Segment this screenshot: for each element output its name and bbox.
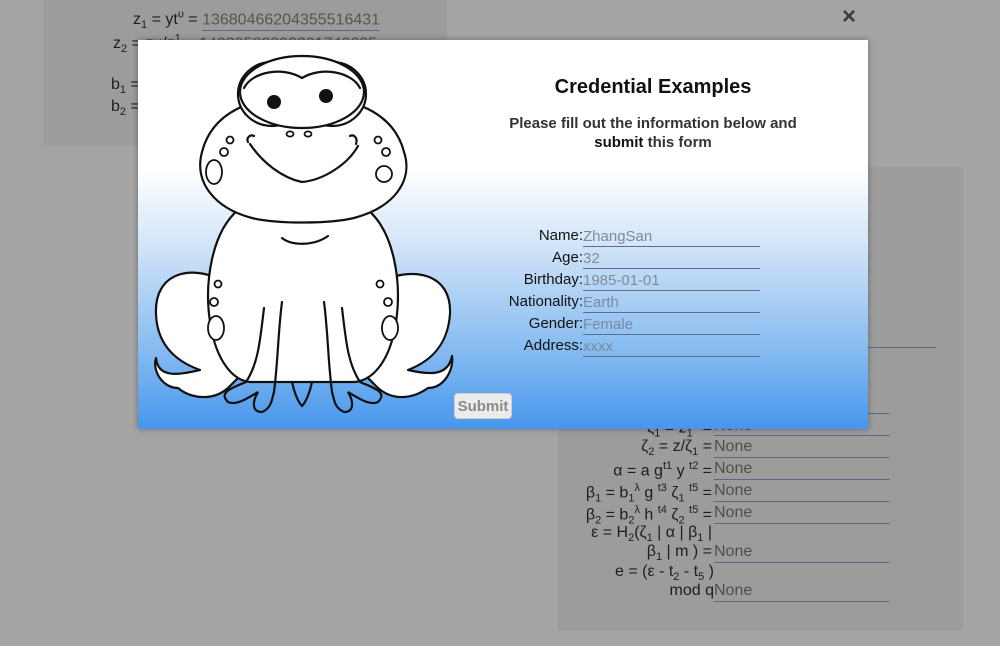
field-label: Address:	[523, 337, 583, 354]
bg-row-label: z1 = ytυ =	[133, 9, 198, 32]
bg-label-epsilon-line1: ε = H2(ζ1 | α | β1 |	[591, 524, 712, 545]
field-label: Age:	[552, 249, 583, 266]
field-row-nationality: Nationality:	[478, 290, 760, 313]
birthday-input[interactable]	[583, 270, 760, 291]
close-icon[interactable]: ×	[836, 4, 862, 30]
bg-field-underline	[714, 435, 890, 436]
bg-label-alpha: α = a gt1 y t2 =	[613, 460, 712, 480]
bg-field-underline	[202, 30, 380, 31]
bg-field-underline	[714, 562, 890, 563]
nationality-input[interactable]	[583, 292, 760, 313]
field-label: Birthday:	[523, 271, 583, 288]
bg-row-b2: b2 =	[111, 98, 140, 118]
field-row-gender: Gender:	[478, 312, 760, 335]
field-label: Name:	[538, 227, 583, 244]
address-input[interactable]	[583, 336, 760, 357]
bg-label-epsilon: β1 | m ) =	[646, 543, 712, 564]
subtitle-text: Please fill out the information below an…	[509, 115, 797, 132]
bg-label-beta1: β1 = b1λ g t3 ζ1 t5 =	[585, 482, 712, 505]
bg-row-label: b1 =	[111, 76, 140, 97]
modal-subtitle: Please fill out the information below an…	[488, 114, 818, 152]
field-label: Nationality:	[508, 293, 583, 310]
field-row-name: Name:	[478, 224, 760, 247]
field-label: Gender:	[528, 315, 583, 332]
bg-value-e: None	[714, 582, 753, 599]
bg-row-label: b2 =	[111, 98, 140, 119]
bg-label-e-line1: e = (ε - t2 - t5 )	[615, 563, 714, 584]
subtitle-bold: submit	[594, 134, 644, 151]
age-input[interactable]	[583, 248, 760, 269]
bg-field-underline	[714, 523, 890, 524]
submit-button[interactable]: Submit	[454, 393, 512, 419]
credential-modal: Credential Examples Please fill out the …	[138, 40, 868, 429]
frog-illustration	[154, 54, 454, 414]
bg-value-zeta2: None	[714, 438, 753, 455]
bg-value-beta1: None	[714, 482, 753, 499]
modal-title: Credential Examples	[554, 76, 752, 98]
bg-field-underline	[714, 501, 890, 502]
bg-value-beta2: None	[714, 504, 753, 521]
field-row-birthday: Birthday:	[478, 268, 760, 291]
field-row-age: Age:	[478, 246, 760, 269]
name-input[interactable]	[583, 226, 760, 247]
bg-label-zeta2: ζ2 = z/ζ1 =	[641, 438, 712, 459]
bg-row-b1: b1 =	[111, 76, 140, 96]
bg-value-alpha: None	[714, 460, 753, 477]
bg-field-underline	[714, 457, 890, 458]
field-row-address: Address:	[478, 334, 760, 357]
bg-row-z1: z1 = ytυ = 13680466204355516431	[133, 9, 380, 32]
bg-value-epsilon: None	[714, 543, 753, 560]
bg-row-value: 13680466204355516431	[202, 11, 381, 29]
gender-input[interactable]	[583, 314, 760, 335]
bg-field-underline	[714, 479, 890, 480]
bg-field-underline	[714, 601, 890, 602]
subtitle-text: this form	[643, 134, 712, 151]
bg-label-e: mod q	[669, 582, 714, 599]
